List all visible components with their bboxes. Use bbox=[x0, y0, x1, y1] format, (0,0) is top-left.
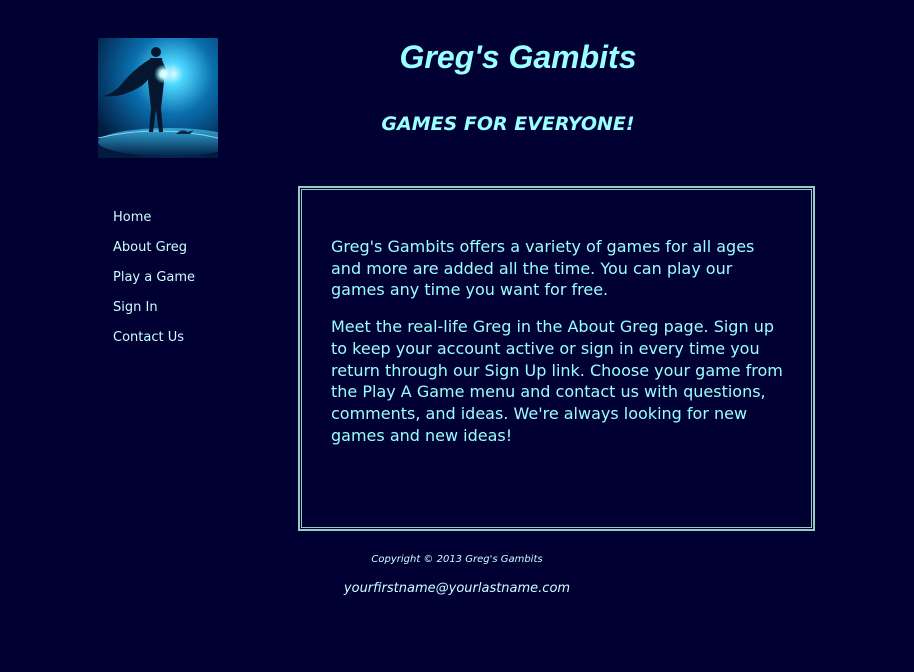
site-title: Greg's Gambits bbox=[399, 39, 637, 75]
main-nav: Home About Greg Play a Game Sign In Cont… bbox=[113, 208, 283, 358]
nav-item-sign-in[interactable]: Sign In bbox=[113, 298, 283, 328]
content-text: Greg's Gambits offers a variety of games… bbox=[331, 236, 786, 461]
nav-item-contact-us[interactable]: Contact Us bbox=[113, 328, 283, 358]
nav-item-about-greg[interactable]: About Greg bbox=[113, 238, 283, 268]
copyright-text: Copyright © 2013 Greg's Gambits bbox=[371, 554, 543, 565]
content-box: Greg's Gambits offers a variety of games… bbox=[297, 185, 816, 532]
tagline: GAMES FOR EVERYONE! bbox=[381, 113, 635, 135]
nav-item-home[interactable]: Home bbox=[113, 208, 283, 238]
nav-item-play-a-game[interactable]: Play a Game bbox=[113, 268, 283, 298]
page: Greg's Gambits GAMES FOR EVERYONE! Home … bbox=[0, 0, 914, 672]
email-link[interactable]: yourfirstname@yourlastname.com bbox=[300, 580, 614, 598]
intro-paragraph: Greg's Gambits offers a variety of games… bbox=[331, 237, 755, 300]
superhero-silhouette-icon bbox=[98, 38, 218, 158]
details-paragraph: Meet the real-life Greg in the About Gre… bbox=[331, 317, 783, 445]
